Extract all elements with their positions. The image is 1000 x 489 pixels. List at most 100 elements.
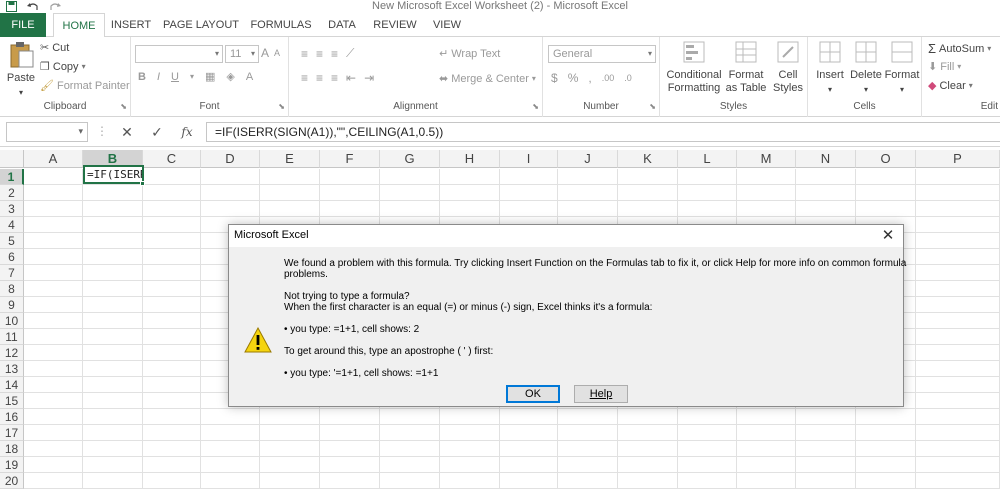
align-center-icon[interactable]: ≡ [316,71,323,85]
name-box[interactable]: ▾ [6,122,88,142]
column-header-c[interactable]: C [143,150,201,168]
tab-view[interactable]: VIEW [428,13,466,37]
row-header-19[interactable]: 19 [0,457,24,473]
column-header-m[interactable]: M [737,150,796,168]
column-header-p[interactable]: P [916,150,1000,168]
decrease-decimal-icon[interactable]: .0 [624,73,632,83]
ok-button[interactable]: OK [506,385,560,403]
align-top-icon[interactable]: ≡ [301,47,308,61]
wrap-text-button[interactable]: ↵ Wrap Text [439,47,500,61]
percent-button[interactable]: % [568,71,579,85]
row-header-17[interactable]: 17 [0,425,24,441]
formula-bar-resize-handle[interactable]: ⋮ [96,124,108,138]
insert-function-button[interactable]: fx [176,122,198,142]
fill-color-icon[interactable]: ◈ [226,70,234,83]
delete-cells-button[interactable]: Delete ▾ [848,41,884,101]
cancel-entry-button[interactable]: ✕ [116,122,138,142]
row-header-7[interactable]: 7 [0,265,24,281]
copy-dropdown-arrow[interactable]: ▾ [82,62,86,71]
font-color-icon[interactable]: A [246,71,253,83]
cut-button[interactable]: ✂ Cut [40,41,69,55]
column-header-i[interactable]: I [500,150,558,168]
align-left-icon[interactable]: ≡ [301,71,308,85]
italic-button[interactable]: I [157,71,160,83]
chevron-down-icon[interactable]: ▾ [969,81,973,90]
font-grow-button[interactable]: A [261,46,269,60]
formula-input[interactable]: =IF(ISERR(SIGN(A1)),"",CEILING(A1,0.5)) [206,122,1000,142]
chevron-down-icon[interactable]: ▾ [810,83,850,96]
autosum-button[interactable]: Σ AutoSum ▾ [928,41,991,56]
tab-file[interactable]: FILE [0,13,46,37]
row-header-5[interactable]: 5 [0,233,24,249]
insert-cells-button[interactable]: Insert ▾ [812,41,848,101]
row-header-12[interactable]: 12 [0,345,24,361]
tab-review[interactable]: REVIEW [370,13,420,37]
chevron-down-icon[interactable]: ▾ [987,44,991,53]
row-header-10[interactable]: 10 [0,313,24,329]
row-header-4[interactable]: 4 [0,217,24,233]
row-header-11[interactable]: 11 [0,329,24,345]
tab-data[interactable]: DATA [322,13,362,37]
column-header-n[interactable]: N [796,150,856,168]
help-button[interactable]: Help [574,385,628,403]
row-header-3[interactable]: 3 [0,201,24,217]
column-header-e[interactable]: E [260,150,320,168]
row-header-8[interactable]: 8 [0,281,24,297]
column-header-f[interactable]: F [320,150,380,168]
column-header-a[interactable]: A [24,150,83,168]
column-header-o[interactable]: O [856,150,916,168]
tab-formulas[interactable]: FORMULAS [248,13,314,37]
chevron-down-icon[interactable]: ▾ [846,83,886,96]
bold-button[interactable]: B [138,71,146,83]
font-shrink-button[interactable]: A [274,48,280,58]
confirm-entry-button[interactable]: ✓ [146,122,168,142]
increase-decimal-icon[interactable]: .00 [602,73,615,83]
borders-icon[interactable]: ▦ [205,70,215,83]
fill-handle[interactable] [140,181,145,186]
column-header-d[interactable]: D [201,150,260,168]
number-format-dropdown[interactable]: General ▾ [548,45,656,63]
copy-button[interactable]: ❐ Copy ▾ [40,60,86,74]
row-header-13[interactable]: 13 [0,361,24,377]
format-painter-button[interactable]: 🖌 Format Painter [40,79,130,93]
row-header-6[interactable]: 6 [0,249,24,265]
orientation-icon[interactable]: ⟋ [346,46,354,61]
row-header-2[interactable]: 2 [0,185,24,201]
fill-button[interactable]: ⬇ Fill ▾ [928,60,961,74]
font-size-dropdown[interactable]: 11 ▾ [225,45,259,63]
currency-icon[interactable]: $ [551,71,558,85]
tab-page-layout[interactable]: PAGE LAYOUT [162,13,240,37]
format-cells-button[interactable]: Format ▾ [884,41,920,101]
comma-button[interactable]: , [588,71,591,85]
tab-insert[interactable]: INSERT [108,13,154,37]
row-header-14[interactable]: 14 [0,377,24,393]
column-header-h[interactable]: H [440,150,500,168]
row-header-18[interactable]: 18 [0,441,24,457]
paste-dropdown-arrow[interactable]: ▾ [4,86,38,99]
row-header-1[interactable]: 1 [0,169,24,185]
align-bottom-icon[interactable]: ≡ [331,47,338,61]
tab-home[interactable]: HOME [53,13,105,38]
merge-center-button[interactable]: ⬌ Merge & Center ▾ [439,72,536,86]
increase-indent-icon[interactable]: ⇥ [364,71,374,85]
dialog-close-button[interactable]: ✕ [879,226,897,244]
format-as-table-button[interactable]: Format as Table [724,41,768,101]
column-header-k[interactable]: K [618,150,678,168]
select-all-button[interactable] [0,150,24,168]
row-header-16[interactable]: 16 [0,409,24,425]
row-header-15[interactable]: 15 [0,393,24,409]
align-right-icon[interactable]: ≡ [331,71,338,85]
font-name-dropdown[interactable]: ▾ [135,45,223,63]
number-launcher-icon[interactable]: ⬊ [649,102,656,111]
conditional-formatting-button[interactable]: Conditional Formatting [664,41,724,101]
chevron-down-icon[interactable]: ▾ [957,62,961,71]
active-cell-b1[interactable]: =IF(ISERR [83,165,144,184]
chevron-down-icon[interactable]: ▾ [882,83,922,96]
font-launcher-icon[interactable]: ⬊ [278,102,285,111]
cell-styles-button[interactable]: Cell Styles [770,41,806,101]
clear-button[interactable]: ◆ Clear ▾ [928,79,973,93]
align-middle-icon[interactable]: ≡ [316,47,323,61]
paste-button[interactable]: Paste ▾ [6,41,38,101]
clipboard-launcher-icon[interactable]: ⬊ [120,102,127,111]
column-header-l[interactable]: L [678,150,737,168]
